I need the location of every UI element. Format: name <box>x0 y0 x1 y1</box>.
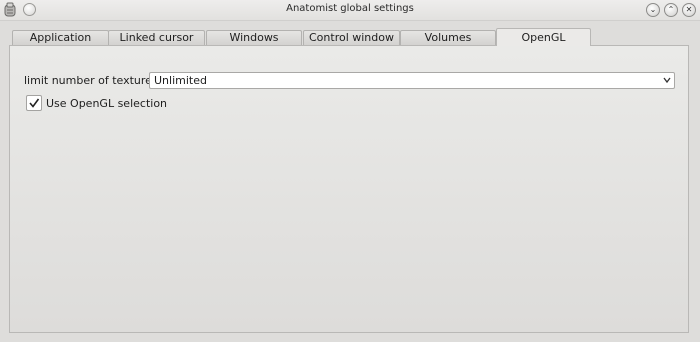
tab-volumes[interactable]: Volumes <box>400 30 496 45</box>
minimize-icon[interactable]: ⌄ <box>646 3 660 17</box>
title-bar: Anatomist global settings ⌄ ⌃ ✕ <box>0 0 700 21</box>
opengl-selection-checkbox[interactable] <box>26 95 42 111</box>
textures-limit-value: Unlimited <box>154 74 207 87</box>
tab-application[interactable]: Application <box>12 30 109 45</box>
checkmark-icon <box>29 98 40 108</box>
chevron-down-icon <box>663 77 671 84</box>
textures-limit-select[interactable]: Unlimited <box>149 72 675 89</box>
tab-opengl[interactable]: OpenGL <box>496 28 591 46</box>
close-icon[interactable]: ✕ <box>682 3 696 17</box>
maximize-icon[interactable]: ⌃ <box>664 3 678 17</box>
textures-limit-label: limit number of textures: <box>24 74 162 87</box>
tab-windows[interactable]: Windows <box>206 30 302 45</box>
window-title: Anatomist global settings <box>286 3 414 14</box>
tab-linked-cursor[interactable]: Linked cursor <box>108 30 205 45</box>
opengl-selection-label[interactable]: Use OpenGL selection <box>46 97 167 110</box>
opengl-settings-panel: limit number of textures: Unlimited Use … <box>9 45 689 333</box>
tab-control-window[interactable]: Control window <box>303 30 400 45</box>
tab-bar: Application Linked cursor Windows Contro… <box>10 28 690 46</box>
